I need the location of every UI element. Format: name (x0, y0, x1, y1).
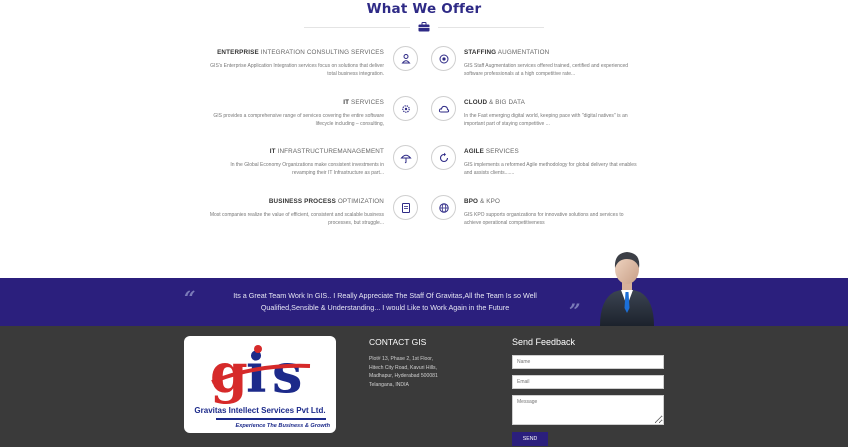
logo-underline (216, 418, 326, 420)
service-enterprise-integration[interactable]: ENTERPRISE INTEGRATION CONSULTING SERVIC… (174, 49, 384, 79)
contact-address: Plot# 13, Phase 2, 1st Floor, Hitech Cit… (369, 356, 438, 388)
service-title[interactable]: BUSINESS PROCESS OPTIMIZATION (174, 198, 384, 205)
service-description: In the Global Economy Organizations make… (230, 162, 384, 177)
service-it-services[interactable]: IT SERVICES GIS provides a comprehensive… (174, 99, 384, 129)
logo-tagline: Experience The Business & Growth (235, 423, 331, 429)
cloud-icon (431, 96, 456, 121)
section-title: What We Offer (366, 1, 482, 17)
service-title[interactable]: IT SERVICES (174, 99, 384, 106)
service-title[interactable]: CLOUD & BIG DATA (464, 99, 674, 106)
service-title[interactable]: STAFFING AUGMENTATION (464, 49, 674, 56)
title-divider-left (304, 27, 410, 28)
feedback-title: Send Feedback (512, 337, 576, 347)
testimonial-text: Its a Great Team Work In GIS.. I Really … (233, 291, 537, 313)
service-description: GIS KPO supports organizations for innov… (464, 212, 624, 227)
service-business-process[interactable]: BUSINESS PROCESS OPTIMIZATION Most compa… (174, 198, 384, 228)
service-description: GIS's Enterprise Application Integration… (210, 63, 384, 78)
gis-logo-mark: g i s (210, 342, 311, 404)
service-cloud-big-data[interactable]: CLOUD & BIG DATA In the Fast emerging di… (464, 99, 674, 129)
service-description: GIS implements a reformed Agile methodol… (464, 162, 637, 177)
document-icon (393, 195, 418, 220)
service-title[interactable]: BPO & KPO (464, 198, 674, 205)
service-agile[interactable]: AGILE SERVICES GIS implements a reformed… (464, 148, 674, 178)
cycle-icon (431, 145, 456, 170)
site-footer: g i s Gravitas Intellect Services Pvt Lt… (0, 326, 848, 447)
title-divider-right (438, 27, 544, 28)
service-bpo-kpo[interactable]: BPO & KPO GIS KPO supports organizations… (464, 198, 674, 228)
businessman-avatar (600, 252, 654, 326)
service-it-infrastructure[interactable]: IT INFRASTRUCTUREMANAGEMENT In the Globa… (174, 148, 384, 178)
service-description: GIS provides a comprehensive range of se… (213, 113, 384, 128)
testimonial-band: “ Its a Great Team Work In GIS.. I Reall… (0, 278, 848, 326)
service-title[interactable]: AGILE SERVICES (464, 148, 674, 155)
service-title[interactable]: IT INFRASTRUCTUREMANAGEMENT (174, 148, 384, 155)
svg-text:s: s (272, 342, 302, 404)
feedback-name-input[interactable] (512, 355, 664, 369)
umbrella-icon (393, 145, 418, 170)
close-quote-icon: ” (569, 299, 581, 323)
globe-icon (431, 195, 456, 220)
feedback-message-input[interactable] (512, 395, 664, 425)
service-staffing-augmentation[interactable]: STAFFING AUGMENTATION GIS Staff Augmenta… (464, 49, 674, 79)
people-icon (393, 46, 418, 71)
send-button[interactable]: SEND (512, 432, 548, 446)
service-description: GIS Staff Augmentation services offered … (464, 63, 629, 78)
briefcase-icon (418, 22, 430, 32)
company-logo[interactable]: g i s Gravitas Intellect Services Pvt Lt… (184, 336, 336, 433)
service-description: Most companies realize the value of effi… (209, 212, 384, 227)
service-description: In the Fast emerging digital world, keep… (464, 113, 628, 128)
what-we-offer-section: What We Offer ENTERPRISE INTEGRATION CON… (0, 0, 848, 278)
contact-title: CONTACT GIS (369, 337, 427, 347)
target-icon (431, 46, 456, 71)
gear-icon (393, 96, 418, 121)
logo-company-name: Gravitas Intellect Services Pvt Ltd. (194, 406, 326, 415)
service-title[interactable]: ENTERPRISE INTEGRATION CONSULTING SERVIC… (174, 49, 384, 56)
feedback-email-input[interactable] (512, 375, 664, 389)
open-quote-icon: “ (184, 286, 196, 310)
